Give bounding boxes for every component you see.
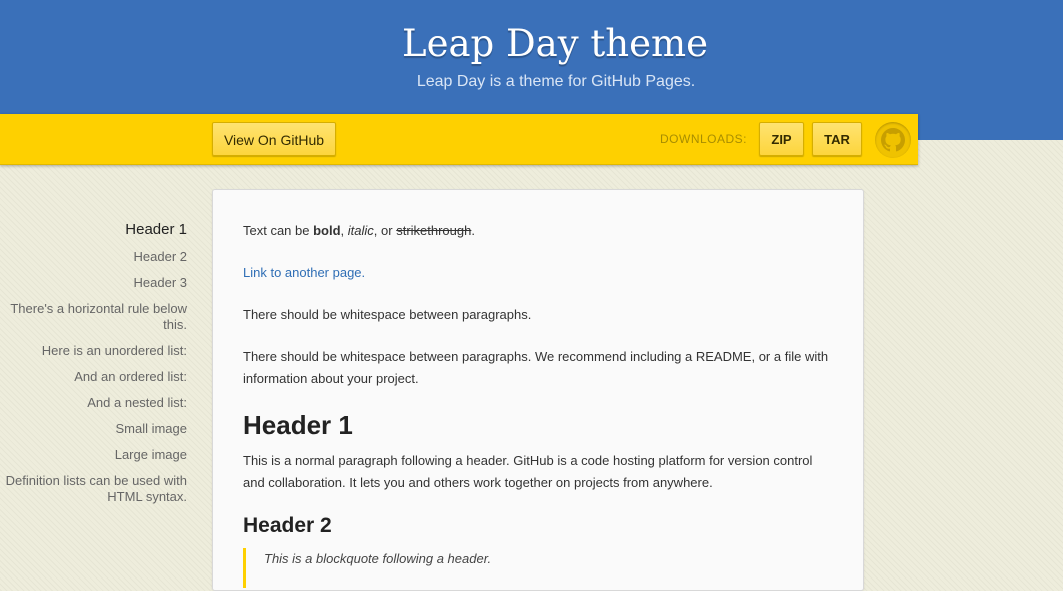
sidebar-item-unordered-list[interactable]: Here is an unordered list:: [0, 343, 187, 359]
text-prefix: Text can be: [243, 223, 314, 238]
download-banner: View On GitHub DOWNLOADS: ZIP TAR: [0, 114, 918, 165]
content-header-1: Header 1: [243, 410, 353, 440]
text-sep-2: , or: [373, 223, 397, 238]
sidebar-item-header-3[interactable]: Header 3: [0, 275, 187, 291]
strikethrough-text: strikethrough: [396, 223, 472, 238]
another-page-link[interactable]: Link to another page.: [243, 265, 365, 280]
sidebar-item-nested-list[interactable]: And a nested list:: [0, 395, 187, 411]
sidebar-item-ordered-list[interactable]: And an ordered list:: [0, 369, 187, 385]
download-tar-button[interactable]: TAR: [812, 122, 862, 156]
sidebar-item-definition-lists[interactable]: Definition lists can be used with HTML s…: [0, 473, 187, 505]
sidebar-item-small-image[interactable]: Small image: [0, 421, 187, 437]
text-suffix: .: [471, 223, 475, 238]
site-tagline: Leap Day is a theme for GitHub Pages.: [416, 73, 696, 90]
downloads-label: DOWNLOADS:: [660, 132, 748, 146]
blockquote: This is a blockquote following a header.: [243, 548, 824, 588]
octocat-icon[interactable]: [875, 122, 911, 158]
content-header-2: Header 2: [243, 514, 332, 537]
whitespace-paragraph-1: There should be whitespace between parag…: [243, 307, 532, 322]
normal-paragraph: This is a normal paragraph following a h…: [243, 453, 813, 490]
download-zip-button[interactable]: ZIP: [759, 122, 804, 156]
sidebar-item-horizontal-rule[interactable]: There's a horizontal rule below this.: [0, 301, 187, 333]
view-on-github-button[interactable]: View On GitHub: [212, 122, 336, 156]
bold-text: bold: [313, 223, 341, 238]
sidebar-item-header-2[interactable]: Header 2: [0, 249, 187, 265]
site-title: Leap Day theme: [402, 22, 708, 65]
sidebar-item-large-image[interactable]: Large image: [0, 447, 187, 463]
sidebar-item-header-1[interactable]: Header 1: [0, 222, 187, 238]
link-paragraph: Link to another page.: [243, 262, 833, 284]
formatting-paragraph: Text can be bold, italic, or strikethrou…: [243, 220, 833, 242]
main-content: Text can be bold, italic, or strikethrou…: [212, 189, 864, 591]
whitespace-paragraph-2: There should be whitespace between parag…: [243, 349, 829, 386]
italic-text: italic: [347, 223, 374, 238]
text-sep-1: ,: [340, 223, 348, 238]
